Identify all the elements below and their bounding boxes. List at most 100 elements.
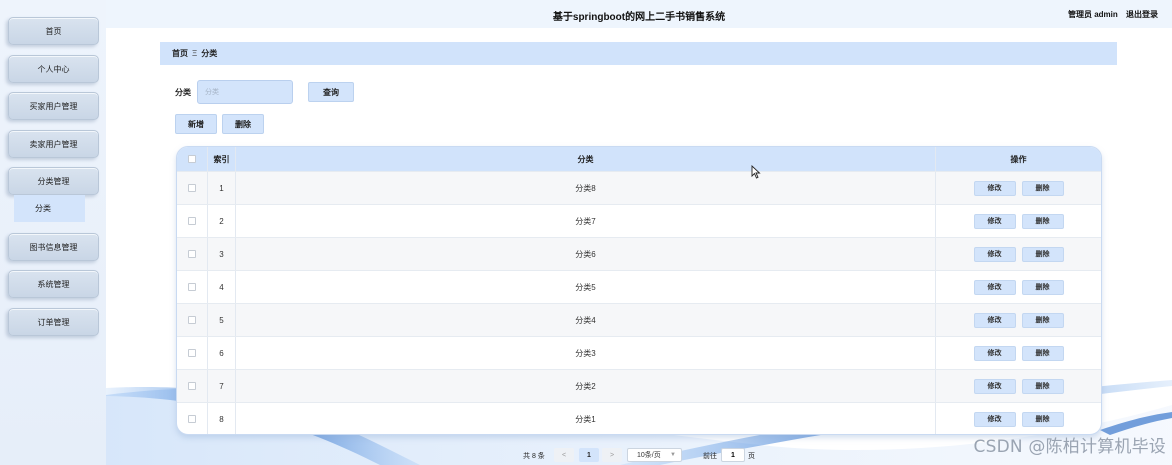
row-checkbox[interactable] xyxy=(188,316,196,324)
table-row: 5 分类4 修改 删除 xyxy=(177,303,1101,336)
table-row: 7 分类2 修改 删除 xyxy=(177,369,1101,402)
table-row: 1 分类8 修改 删除 xyxy=(177,171,1101,204)
sidebar-item-label: 首页 xyxy=(45,26,62,36)
batch-delete-button[interactable]: 删除 xyxy=(222,114,264,134)
page-size-select[interactable]: 10条/页 ▼ xyxy=(627,448,682,462)
edit-button[interactable]: 修改 xyxy=(973,213,1016,229)
row-index: 4 xyxy=(207,271,235,303)
edit-button[interactable]: 修改 xyxy=(973,180,1016,196)
row-index: 1 xyxy=(207,172,235,204)
add-button[interactable]: 新增 xyxy=(175,114,217,134)
row-category: 分类8 xyxy=(235,172,935,204)
row-checkbox[interactable] xyxy=(188,349,196,357)
table-row: 2 分类7 修改 删除 xyxy=(177,204,1101,237)
row-index: 5 xyxy=(207,304,235,336)
breadcrumb-current: 分类 xyxy=(201,49,218,58)
user-role-label: 管理员 admin xyxy=(1067,10,1118,19)
delete-button[interactable]: 删除 xyxy=(1021,246,1064,262)
search-label: 分类 xyxy=(175,88,191,97)
sidebar-subitem-category[interactable]: 分类 xyxy=(14,195,85,222)
delete-button[interactable]: 删除 xyxy=(1021,279,1064,295)
row-index: 8 xyxy=(207,403,235,434)
row-select-cell xyxy=(177,304,207,336)
category-table: 索引 分类 操作 1 分类8 修改 删除 2 分类7 修改 删除 3 分类6 修改 删除 4 分类5 修改删… xyxy=(176,146,1102,435)
category-search-input[interactable] xyxy=(197,80,293,104)
delete-button[interactable]: 删除 xyxy=(1021,411,1064,427)
delete-button[interactable]: 删除 xyxy=(1021,312,1064,328)
row-select-cell xyxy=(177,205,207,237)
breadcrumb-home[interactable]: 首页 xyxy=(172,48,188,59)
sidebar-item-orders[interactable]: 订单管理 xyxy=(8,308,99,336)
page-number-1[interactable]: 1 xyxy=(579,448,599,462)
sidebar-item-label: 分类管理 xyxy=(37,176,70,186)
row-category: 分类2 xyxy=(235,370,935,402)
query-button[interactable]: 查询 xyxy=(308,82,354,102)
delete-button[interactable]: 删除 xyxy=(1021,180,1064,196)
row-index: 6 xyxy=(207,337,235,369)
row-checkbox[interactable] xyxy=(188,382,196,390)
edit-button[interactable]: 修改 xyxy=(973,411,1016,427)
breadcrumb: 首页 Ξ 分类 xyxy=(160,42,1117,65)
select-all-cell xyxy=(177,147,207,171)
mouse-cursor-icon xyxy=(751,165,761,179)
row-category: 分类5 xyxy=(235,271,935,303)
row-checkbox[interactable] xyxy=(188,415,196,423)
edit-button[interactable]: 修改 xyxy=(973,279,1016,295)
next-page-button[interactable]: > xyxy=(602,448,622,462)
sidebar-item-seller-users[interactable]: 卖家用户管理 xyxy=(8,130,99,158)
sidebar-item-system[interactable]: 系统管理 xyxy=(8,270,99,298)
edit-button[interactable]: 修改 xyxy=(973,312,1016,328)
row-category: 分类4 xyxy=(235,304,935,336)
row-select-cell xyxy=(177,172,207,204)
watermark: CSDN @陈柏计算机毕设 xyxy=(973,437,1166,457)
table-header: 索引 分类 操作 xyxy=(177,147,1101,171)
prev-page-button[interactable]: < xyxy=(554,448,574,462)
edit-button[interactable]: 修改 xyxy=(973,345,1016,361)
row-ops: 修改 删除 xyxy=(935,370,1101,402)
row-category: 分类1 xyxy=(235,403,935,434)
sidebar-item-label: 买家用户管理 xyxy=(29,101,78,111)
delete-button[interactable]: 删除 xyxy=(1021,213,1064,229)
top-header: 基于springboot的网上二手书销售系统 管理员 admin 退出登录 xyxy=(106,0,1172,28)
row-ops: 修改 删除 xyxy=(935,403,1101,434)
sidebar-item-label: 系统管理 xyxy=(37,279,70,289)
row-index: 2 xyxy=(207,205,235,237)
row-select-cell xyxy=(177,403,207,434)
row-index: 7 xyxy=(207,370,235,402)
edit-button[interactable]: 修改 xyxy=(973,378,1016,394)
sidebar-item-category-management[interactable]: 分类管理 xyxy=(8,167,99,195)
sidebar-item-label: 卖家用户管理 xyxy=(29,139,78,149)
row-category: 分类6 xyxy=(235,238,935,270)
goto-label: 前往 xyxy=(703,453,717,460)
row-checkbox[interactable] xyxy=(188,217,196,225)
column-header-category: 分类 xyxy=(235,147,935,171)
row-ops: 修改 删除 xyxy=(935,271,1101,303)
select-all-checkbox[interactable] xyxy=(188,155,196,163)
user-area: 管理员 admin 退出登录 xyxy=(1062,9,1158,20)
sidebar: 首页 个人中心 买家用户管理 卖家用户管理 分类管理 分类 图书信息管理 系统管… xyxy=(0,0,106,465)
goto-suffix: 页 xyxy=(748,453,755,460)
sidebar-item-home[interactable]: 首页 xyxy=(8,17,99,45)
row-select-cell xyxy=(177,238,207,270)
row-checkbox[interactable] xyxy=(188,250,196,258)
sidebar-item-label: 订单管理 xyxy=(37,317,70,327)
row-ops: 修改 删除 xyxy=(935,205,1101,237)
row-category: 分类7 xyxy=(235,205,935,237)
row-checkbox[interactable] xyxy=(188,283,196,291)
sidebar-item-personal-center[interactable]: 个人中心 xyxy=(8,55,99,83)
row-select-cell xyxy=(177,271,207,303)
row-select-cell xyxy=(177,370,207,402)
goto-page-input[interactable] xyxy=(721,448,745,462)
sidebar-item-book-info[interactable]: 图书信息管理 xyxy=(8,233,99,261)
sidebar-item-buyer-users[interactable]: 买家用户管理 xyxy=(8,92,99,120)
row-checkbox[interactable] xyxy=(188,184,196,192)
page-size-value: 10条/页 xyxy=(637,452,661,459)
sidebar-subitem-label: 分类 xyxy=(35,204,51,213)
column-header-ops: 操作 xyxy=(935,147,1101,171)
delete-button[interactable]: 删除 xyxy=(1021,378,1064,394)
logout-link[interactable]: 退出登录 xyxy=(1126,10,1158,19)
edit-button[interactable]: 修改 xyxy=(973,246,1016,262)
row-ops: 修改 删除 xyxy=(935,172,1101,204)
row-ops: 修改 删除 xyxy=(935,238,1101,270)
delete-button[interactable]: 删除 xyxy=(1021,345,1064,361)
